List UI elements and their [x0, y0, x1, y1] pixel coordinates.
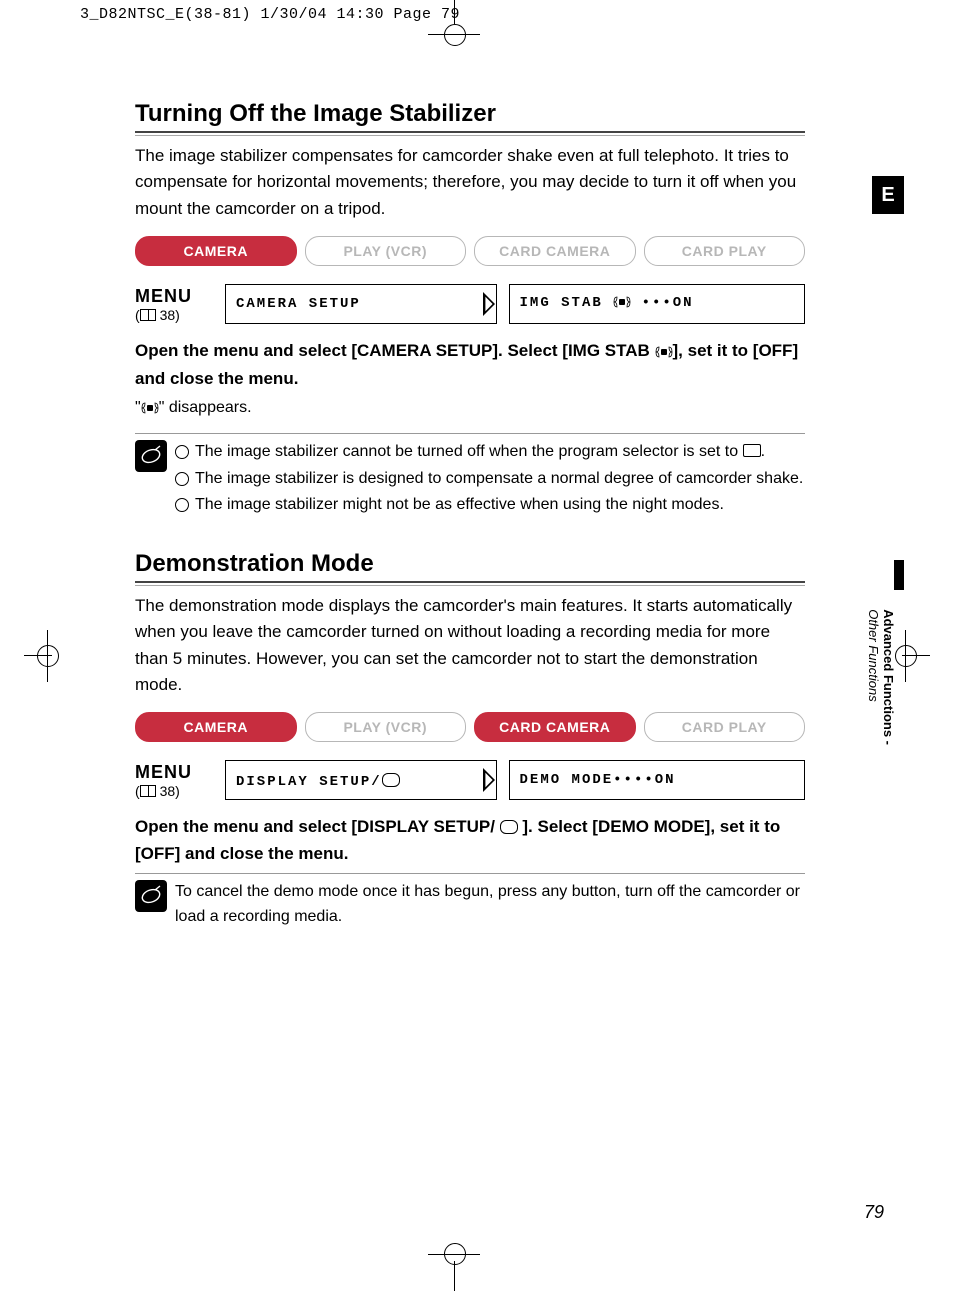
menu-ref-num: 38 — [160, 307, 176, 323]
mode-card-play: CARD PLAY — [644, 236, 806, 266]
menu-right-text: DEMO MODE••••ON — [520, 772, 676, 788]
menu-label: MENU ( 38) — [135, 762, 213, 799]
menu-arrow-icon — [480, 285, 498, 323]
mode-row-1: CAMERA PLAY (VCR) CARD CAMERA CARD PLAY — [135, 236, 805, 266]
note-icon — [135, 440, 175, 520]
bullet-icon — [175, 445, 189, 459]
menu-word: MENU — [135, 762, 213, 783]
crop-mark-left — [32, 640, 64, 672]
mode-play-vcr: PLAY (VCR) — [305, 712, 467, 742]
crop-mark-bottom — [440, 1231, 470, 1291]
stabilizer-icon — [613, 296, 631, 313]
menu-right-text: IMG STAB •••ON — [520, 295, 694, 313]
book-icon — [140, 785, 156, 797]
mode-card-camera: CARD CAMERA — [474, 236, 636, 266]
section2-instruction: Open the menu and select [DISPLAY SETUP/… — [135, 814, 805, 867]
note-block-2: To cancel the demo mode once it has begu… — [135, 873, 805, 930]
menu-box-demo-mode: DEMO MODE••••ON — [509, 760, 805, 800]
bullet-icon — [175, 498, 189, 512]
section2-body: The demonstration mode displays the camc… — [135, 593, 805, 698]
stabilizer-icon — [141, 401, 159, 419]
menu-label: MENU ( 38) — [135, 286, 213, 323]
display-icon — [382, 773, 400, 787]
section1-small-note: " " disappears. — [135, 399, 805, 419]
rect-icon — [743, 444, 761, 457]
side-caption-sub: Other Functions — [866, 609, 881, 702]
menu-left-text: CAMERA SETUP — [236, 296, 361, 312]
note-text: The image stabilizer cannot be turned of… — [195, 440, 765, 465]
side-tab-language: E — [872, 176, 904, 214]
mode-camera: CAMERA — [135, 236, 297, 266]
note-item: The image stabilizer is designed to comp… — [175, 467, 803, 492]
side-caption-main: Advanced Functions - — [881, 609, 896, 745]
section-title-demo-mode: Demonstration Mode — [135, 550, 805, 583]
mode-play-vcr: PLAY (VCR) — [305, 236, 467, 266]
menu-arrow-icon — [480, 761, 498, 799]
mode-camera: CAMERA — [135, 712, 297, 742]
menu-row-2: MENU ( 38) DISPLAY SETUP/ DEMO MODE••••O… — [135, 760, 805, 800]
menu-box-img-stab: IMG STAB •••ON — [509, 284, 805, 324]
bullet-icon — [175, 472, 189, 486]
mode-card-play: CARD PLAY — [644, 712, 806, 742]
page-number: 79 — [864, 1202, 884, 1223]
note-item: The image stabilizer might not be as eff… — [175, 493, 803, 518]
menu-box-display-setup: DISPLAY SETUP/ — [225, 760, 497, 800]
menu-ref: ( 38) — [135, 783, 213, 799]
note-item: The image stabilizer cannot be turned of… — [175, 440, 803, 465]
menu-left-text: DISPLAY SETUP/ — [236, 771, 400, 790]
side-caption: Advanced Functions - Other Functions — [866, 609, 896, 745]
note-text: To cancel the demo mode once it has begu… — [175, 880, 805, 930]
note-block-1: The image stabilizer cannot be turned of… — [135, 433, 805, 520]
menu-ref-num: 38 — [160, 783, 176, 799]
menu-ref: ( 38) — [135, 307, 213, 323]
note-text: The image stabilizer is designed to comp… — [195, 467, 803, 492]
book-icon — [140, 309, 156, 321]
crop-mark-top — [440, 0, 470, 50]
note-text: The image stabilizer might not be as eff… — [195, 493, 724, 518]
stabilizer-icon — [655, 340, 673, 366]
side-tab-bar — [894, 560, 904, 590]
section1-instruction: Open the menu and select [CAMERA SETUP].… — [135, 338, 805, 393]
print-header: 3_D82NTSC_E(38-81) 1/30/04 14:30 Page 79 — [80, 6, 460, 23]
mode-card-camera: CARD CAMERA — [474, 712, 636, 742]
menu-box-camera-setup: CAMERA SETUP — [225, 284, 497, 324]
menu-word: MENU — [135, 286, 213, 307]
menu-row-1: MENU ( 38) CAMERA SETUP IMG STAB •••ON — [135, 284, 805, 324]
note-list: The image stabilizer cannot be turned of… — [175, 440, 803, 520]
mode-row-2: CAMERA PLAY (VCR) CARD CAMERA CARD PLAY — [135, 712, 805, 742]
note-icon — [135, 880, 175, 930]
display-icon — [500, 820, 518, 834]
section-title-image-stabilizer: Turning Off the Image Stabilizer — [135, 100, 805, 133]
section1-body: The image stabilizer compensates for cam… — [135, 143, 805, 222]
